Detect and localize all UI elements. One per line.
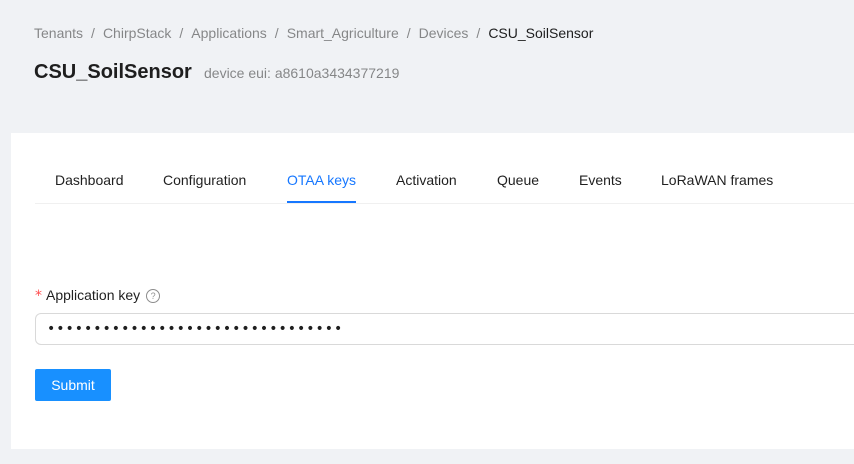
tab-activation[interactable]: Activation xyxy=(396,171,457,203)
page-title: CSU_SoilSensor xyxy=(34,61,192,83)
tab-dashboard[interactable]: Dashboard xyxy=(55,171,124,203)
page-subtitle: device eui: a8610a3434377219 xyxy=(204,65,400,81)
breadcrumb-current: CSU_SoilSensor xyxy=(488,25,594,41)
question-circle-icon[interactable]: ? xyxy=(146,289,161,303)
content-card: Dashboard Configuration OTAA keys Activa… xyxy=(11,133,854,449)
breadcrumb: Tenants / ChirpStack / Applications / Smart_Ag… xyxy=(34,24,593,42)
application-key-label: * Application key? xyxy=(35,286,161,305)
required-mark: * xyxy=(35,288,42,304)
breadcrumb-chirpstack[interactable]: ChirpStack xyxy=(103,25,171,41)
breadcrumb-separator: / xyxy=(274,25,279,41)
breadcrumb-tenants[interactable]: Tenants xyxy=(34,25,83,41)
application-key-field xyxy=(35,313,854,345)
tab-configuration[interactable]: Configuration xyxy=(163,171,246,203)
tab-events[interactable]: Events xyxy=(579,171,622,203)
breadcrumb-separator: / xyxy=(179,25,184,41)
application-key-input[interactable] xyxy=(36,314,854,344)
breadcrumb-devices[interactable]: Devices xyxy=(419,25,469,41)
submit-button[interactable]: Submit xyxy=(35,369,111,401)
breadcrumb-smart-agriculture[interactable]: Smart_Agriculture xyxy=(287,25,399,41)
tab-queue[interactable]: Queue xyxy=(497,171,539,203)
breadcrumb-separator: / xyxy=(91,25,95,41)
application-key-label-text: Application key xyxy=(46,287,141,303)
tab-otaa-keys[interactable]: OTAA keys xyxy=(287,171,356,203)
breadcrumb-separator: / xyxy=(406,25,411,41)
tab-bar: Dashboard Configuration OTAA keys Activa… xyxy=(35,159,854,204)
breadcrumb-applications[interactable]: Applications xyxy=(191,25,267,41)
breadcrumb-separator: / xyxy=(476,25,481,41)
tab-lorawan-frames[interactable]: LoRaWAN frames xyxy=(661,171,773,203)
